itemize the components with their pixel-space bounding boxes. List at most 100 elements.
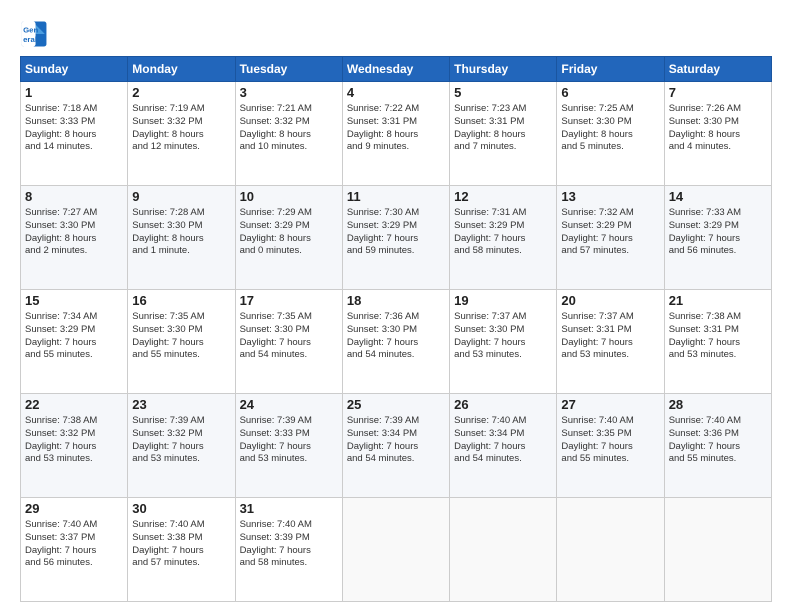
calendar-cell: 15Sunrise: 7:34 AMSunset: 3:29 PMDayligh… [21, 290, 128, 394]
calendar-cell: 8Sunrise: 7:27 AMSunset: 3:30 PMDaylight… [21, 186, 128, 290]
calendar-table: SundayMondayTuesdayWednesdayThursdayFrid… [20, 56, 772, 602]
day-info: Sunrise: 7:30 AMSunset: 3:29 PMDaylight:… [347, 207, 445, 258]
week-row-4: 22Sunrise: 7:38 AMSunset: 3:32 PMDayligh… [21, 394, 772, 498]
day-number: 6 [561, 85, 659, 102]
column-header-wednesday: Wednesday [342, 57, 449, 82]
day-info: Sunrise: 7:28 AMSunset: 3:30 PMDaylight:… [132, 207, 230, 258]
day-number: 5 [454, 85, 552, 102]
day-info: Sunrise: 7:21 AMSunset: 3:32 PMDaylight:… [240, 103, 338, 154]
day-number: 21 [669, 293, 767, 310]
day-number: 1 [25, 85, 123, 102]
calendar-cell: 4Sunrise: 7:22 AMSunset: 3:31 PMDaylight… [342, 82, 449, 186]
day-info: Sunrise: 7:34 AMSunset: 3:29 PMDaylight:… [25, 311, 123, 362]
day-number: 8 [25, 189, 123, 206]
day-number: 30 [132, 501, 230, 518]
day-info: Sunrise: 7:40 AMSunset: 3:34 PMDaylight:… [454, 415, 552, 466]
day-number: 20 [561, 293, 659, 310]
calendar-cell: 26Sunrise: 7:40 AMSunset: 3:34 PMDayligh… [450, 394, 557, 498]
day-number: 7 [669, 85, 767, 102]
day-number: 19 [454, 293, 552, 310]
calendar-cell: 21Sunrise: 7:38 AMSunset: 3:31 PMDayligh… [664, 290, 771, 394]
day-number: 13 [561, 189, 659, 206]
calendar-cell: 29Sunrise: 7:40 AMSunset: 3:37 PMDayligh… [21, 498, 128, 602]
svg-text:eral: eral [23, 35, 37, 44]
day-number: 23 [132, 397, 230, 414]
day-number: 3 [240, 85, 338, 102]
day-info: Sunrise: 7:40 AMSunset: 3:39 PMDaylight:… [240, 519, 338, 570]
day-info: Sunrise: 7:32 AMSunset: 3:29 PMDaylight:… [561, 207, 659, 258]
calendar-cell: 16Sunrise: 7:35 AMSunset: 3:30 PMDayligh… [128, 290, 235, 394]
calendar-cell: 6Sunrise: 7:25 AMSunset: 3:30 PMDaylight… [557, 82, 664, 186]
week-row-5: 29Sunrise: 7:40 AMSunset: 3:37 PMDayligh… [21, 498, 772, 602]
calendar-cell: 9Sunrise: 7:28 AMSunset: 3:30 PMDaylight… [128, 186, 235, 290]
calendar-cell: 1Sunrise: 7:18 AMSunset: 3:33 PMDaylight… [21, 82, 128, 186]
calendar-cell: 25Sunrise: 7:39 AMSunset: 3:34 PMDayligh… [342, 394, 449, 498]
day-number: 9 [132, 189, 230, 206]
day-info: Sunrise: 7:40 AMSunset: 3:38 PMDaylight:… [132, 519, 230, 570]
day-number: 11 [347, 189, 445, 206]
day-number: 22 [25, 397, 123, 414]
day-info: Sunrise: 7:35 AMSunset: 3:30 PMDaylight:… [240, 311, 338, 362]
calendar-cell: 7Sunrise: 7:26 AMSunset: 3:30 PMDaylight… [664, 82, 771, 186]
svg-text:Gen: Gen [23, 25, 38, 34]
day-number: 16 [132, 293, 230, 310]
day-number: 28 [669, 397, 767, 414]
header: Gen eral [20, 16, 772, 48]
calendar-cell: 31Sunrise: 7:40 AMSunset: 3:39 PMDayligh… [235, 498, 342, 602]
week-row-3: 15Sunrise: 7:34 AMSunset: 3:29 PMDayligh… [21, 290, 772, 394]
logo-icon: Gen eral [20, 20, 48, 48]
day-number: 2 [132, 85, 230, 102]
calendar-cell: 2Sunrise: 7:19 AMSunset: 3:32 PMDaylight… [128, 82, 235, 186]
day-info: Sunrise: 7:19 AMSunset: 3:32 PMDaylight:… [132, 103, 230, 154]
logo: Gen eral [20, 20, 52, 48]
column-header-tuesday: Tuesday [235, 57, 342, 82]
day-info: Sunrise: 7:37 AMSunset: 3:31 PMDaylight:… [561, 311, 659, 362]
column-header-saturday: Saturday [664, 57, 771, 82]
calendar-cell: 3Sunrise: 7:21 AMSunset: 3:32 PMDaylight… [235, 82, 342, 186]
calendar-cell [557, 498, 664, 602]
calendar-cell: 20Sunrise: 7:37 AMSunset: 3:31 PMDayligh… [557, 290, 664, 394]
day-number: 18 [347, 293, 445, 310]
calendar-cell: 14Sunrise: 7:33 AMSunset: 3:29 PMDayligh… [664, 186, 771, 290]
calendar-cell: 13Sunrise: 7:32 AMSunset: 3:29 PMDayligh… [557, 186, 664, 290]
calendar-cell [664, 498, 771, 602]
day-info: Sunrise: 7:31 AMSunset: 3:29 PMDaylight:… [454, 207, 552, 258]
week-row-2: 8Sunrise: 7:27 AMSunset: 3:30 PMDaylight… [21, 186, 772, 290]
day-info: Sunrise: 7:36 AMSunset: 3:30 PMDaylight:… [347, 311, 445, 362]
day-info: Sunrise: 7:37 AMSunset: 3:30 PMDaylight:… [454, 311, 552, 362]
day-info: Sunrise: 7:29 AMSunset: 3:29 PMDaylight:… [240, 207, 338, 258]
day-info: Sunrise: 7:38 AMSunset: 3:32 PMDaylight:… [25, 415, 123, 466]
day-number: 25 [347, 397, 445, 414]
calendar-cell: 27Sunrise: 7:40 AMSunset: 3:35 PMDayligh… [557, 394, 664, 498]
day-info: Sunrise: 7:22 AMSunset: 3:31 PMDaylight:… [347, 103, 445, 154]
calendar-cell: 28Sunrise: 7:40 AMSunset: 3:36 PMDayligh… [664, 394, 771, 498]
calendar-cell: 5Sunrise: 7:23 AMSunset: 3:31 PMDaylight… [450, 82, 557, 186]
day-info: Sunrise: 7:40 AMSunset: 3:37 PMDaylight:… [25, 519, 123, 570]
calendar-cell: 23Sunrise: 7:39 AMSunset: 3:32 PMDayligh… [128, 394, 235, 498]
day-number: 12 [454, 189, 552, 206]
page: Gen eral SundayMondayTuesdayWednesdayThu… [0, 0, 792, 612]
calendar-cell: 18Sunrise: 7:36 AMSunset: 3:30 PMDayligh… [342, 290, 449, 394]
day-number: 26 [454, 397, 552, 414]
day-number: 24 [240, 397, 338, 414]
day-number: 10 [240, 189, 338, 206]
day-number: 4 [347, 85, 445, 102]
day-number: 14 [669, 189, 767, 206]
calendar-cell: 11Sunrise: 7:30 AMSunset: 3:29 PMDayligh… [342, 186, 449, 290]
day-info: Sunrise: 7:26 AMSunset: 3:30 PMDaylight:… [669, 103, 767, 154]
calendar-cell: 17Sunrise: 7:35 AMSunset: 3:30 PMDayligh… [235, 290, 342, 394]
day-info: Sunrise: 7:35 AMSunset: 3:30 PMDaylight:… [132, 311, 230, 362]
calendar-cell: 30Sunrise: 7:40 AMSunset: 3:38 PMDayligh… [128, 498, 235, 602]
column-header-sunday: Sunday [21, 57, 128, 82]
calendar-header-row: SundayMondayTuesdayWednesdayThursdayFrid… [21, 57, 772, 82]
day-info: Sunrise: 7:38 AMSunset: 3:31 PMDaylight:… [669, 311, 767, 362]
day-info: Sunrise: 7:27 AMSunset: 3:30 PMDaylight:… [25, 207, 123, 258]
calendar-cell: 19Sunrise: 7:37 AMSunset: 3:30 PMDayligh… [450, 290, 557, 394]
day-info: Sunrise: 7:39 AMSunset: 3:32 PMDaylight:… [132, 415, 230, 466]
calendar-cell [342, 498, 449, 602]
day-number: 17 [240, 293, 338, 310]
calendar-cell: 12Sunrise: 7:31 AMSunset: 3:29 PMDayligh… [450, 186, 557, 290]
day-info: Sunrise: 7:23 AMSunset: 3:31 PMDaylight:… [454, 103, 552, 154]
day-number: 31 [240, 501, 338, 518]
column-header-thursday: Thursday [450, 57, 557, 82]
